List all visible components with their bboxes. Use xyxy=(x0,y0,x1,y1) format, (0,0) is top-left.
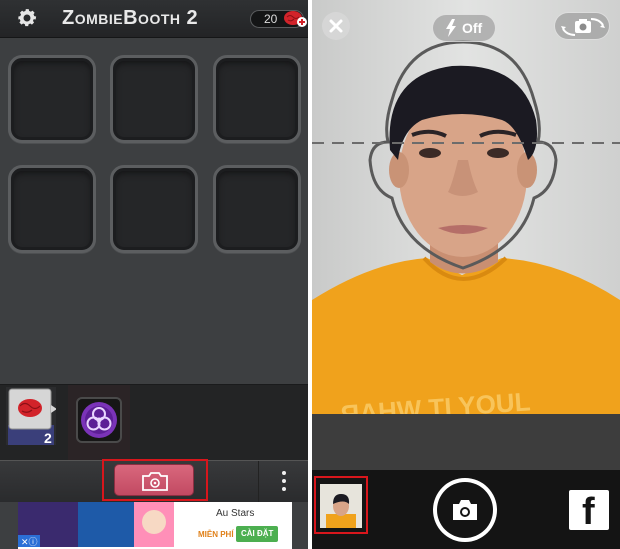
photo-slot-3[interactable] xyxy=(213,55,301,143)
photo-slot-2[interactable] xyxy=(110,55,198,143)
shutter-button[interactable] xyxy=(433,478,497,542)
highlight-box xyxy=(314,476,368,534)
ad-banner[interactable]: ✕ⓘ Au Stars MIỄN PHÍ CÀI ĐẶT xyxy=(18,502,292,549)
gear-icon[interactable] xyxy=(16,7,38,29)
flash-toggle[interactable]: Off xyxy=(432,14,496,42)
more-vertical-icon xyxy=(282,471,286,475)
coin-count: 20 xyxy=(264,12,278,26)
shutter-inner xyxy=(437,482,493,538)
app-header: ZombieBooth 2 20 xyxy=(0,0,308,38)
ad-free-label: MIỄN PHÍ xyxy=(198,530,234,539)
close-icon xyxy=(329,19,343,33)
ad-game-artwork: ✕ⓘ xyxy=(18,502,174,547)
camera-viewfinder: ЯAHW TI YOUL xyxy=(312,0,620,414)
brain-sticker-icon[interactable]: 2 xyxy=(6,387,56,445)
more-vertical-icon xyxy=(282,487,286,491)
sticker-tray: 2 xyxy=(0,384,308,461)
facebook-icon: f xyxy=(582,491,595,533)
more-options-button[interactable] xyxy=(258,461,308,503)
switch-camera-icon xyxy=(561,18,605,36)
svg-text:✕ⓘ: ✕ⓘ xyxy=(21,537,38,547)
flash-label: Off xyxy=(462,20,483,36)
biohazard-icon xyxy=(81,402,117,438)
zombie-camera-icon xyxy=(142,472,168,491)
brain-plus-icon[interactable] xyxy=(283,9,307,29)
camera-screen: ЯAHW TI YOUL Off f xyxy=(312,0,620,549)
switch-camera-button[interactable] xyxy=(554,12,610,40)
ad-title: Au Stars xyxy=(216,508,255,519)
ad-install-button[interactable]: CÀI ĐẶT xyxy=(236,526,279,542)
app-title: ZombieBooth 2 xyxy=(62,7,199,29)
biohazard-sticker[interactable] xyxy=(68,385,130,461)
facebook-share-button[interactable]: f xyxy=(569,490,609,533)
more-vertical-icon xyxy=(282,479,286,483)
coin-counter[interactable]: 20 xyxy=(250,9,307,29)
svg-text:2: 2 xyxy=(44,430,52,445)
zombify-camera-button[interactable] xyxy=(114,464,194,496)
photo-slot-1[interactable] xyxy=(8,55,96,143)
zombiebooth-home-screen: ZombieBooth 2 20 2 ✕ⓘ Au Stars MIỄN PHÍ … xyxy=(0,0,308,549)
close-camera-button[interactable] xyxy=(322,12,350,40)
camera-icon xyxy=(453,500,477,520)
photo-slot-6[interactable] xyxy=(213,165,301,253)
bottom-toolbar xyxy=(0,460,308,503)
photo-slot-5[interactable] xyxy=(110,165,198,253)
camera-spacer xyxy=(312,414,620,470)
flash-icon xyxy=(446,19,456,37)
biohazard-frame xyxy=(76,397,122,443)
photo-slot-4[interactable] xyxy=(8,165,96,253)
